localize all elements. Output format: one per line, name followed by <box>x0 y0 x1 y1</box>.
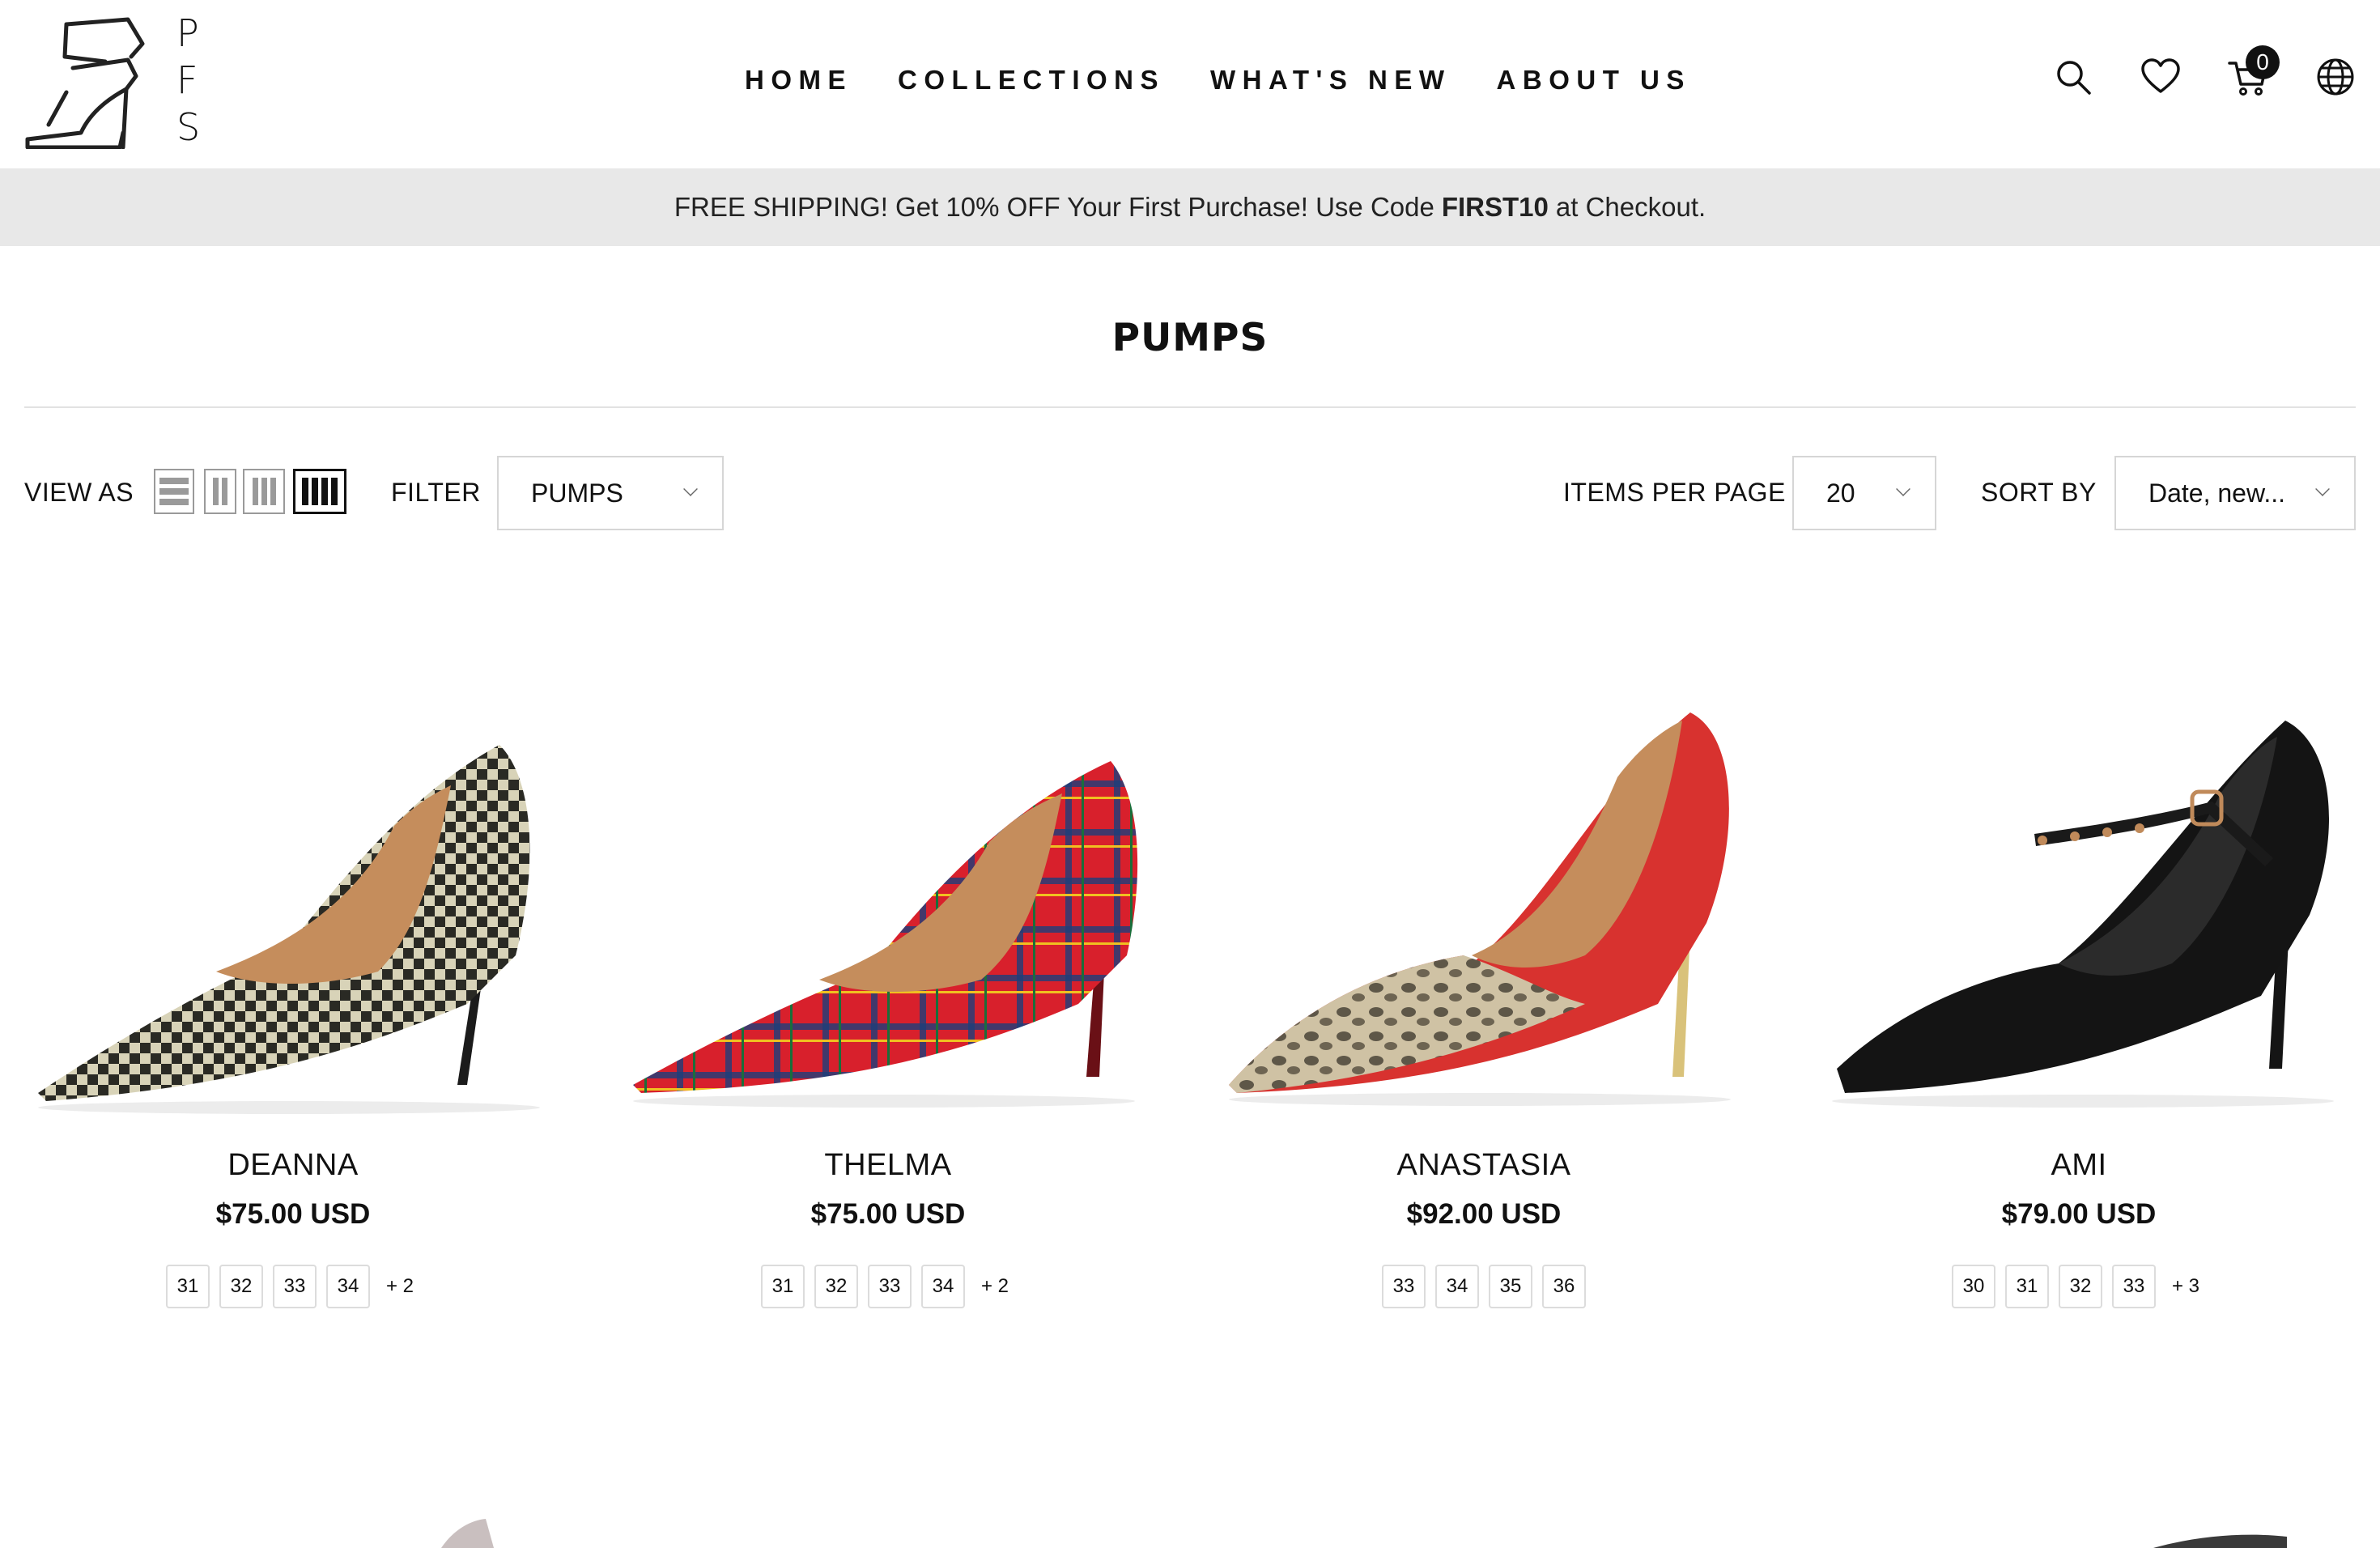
view-grid-4-button[interactable] <box>293 469 346 514</box>
size-option[interactable]: 35 <box>1489 1265 1532 1308</box>
chevron-down-icon <box>683 482 698 496</box>
size-option[interactable]: 34 <box>325 1265 370 1308</box>
promo-code: FIRST10 <box>1441 192 1549 222</box>
product-price: $79.00 USD <box>2001 1198 2157 1230</box>
view-grid-3-button[interactable] <box>243 469 285 514</box>
nav-whats-new[interactable]: WHAT'S NEW <box>1210 65 1451 96</box>
product-image[interactable] <box>609 664 1167 1117</box>
logo-letter-f: F <box>176 58 198 102</box>
shoe-logo-icon <box>25 17 145 150</box>
cart-icon[interactable]: 0 <box>2228 45 2280 97</box>
size-options: 31 32 33 34 + 2 <box>609 1265 1167 1308</box>
size-option[interactable]: 33 <box>2111 1265 2156 1308</box>
nav-home[interactable]: HOME <box>745 65 852 96</box>
size-option[interactable]: 32 <box>219 1265 263 1308</box>
more-sizes[interactable]: + 3 <box>2165 1265 2206 1308</box>
globe-icon[interactable] <box>2315 57 2356 97</box>
view-as-label: VIEW AS <box>24 478 134 507</box>
product-card[interactable]: ANASTASIA $92.00 USD 33 34 35 36 <box>1205 664 1763 1312</box>
product-name[interactable]: THELMA <box>609 1148 1167 1183</box>
product-price: $75.00 USD <box>215 1198 371 1230</box>
logo-letter-s: S <box>176 105 201 149</box>
size-option[interactable]: 30 <box>1951 1265 1995 1308</box>
chevron-down-icon <box>2315 482 2330 496</box>
view-grid-2-button[interactable] <box>204 469 236 514</box>
filter-select[interactable]: PUMPS <box>497 456 724 530</box>
size-option[interactable]: 34 <box>920 1265 965 1308</box>
product-name[interactable]: DEANNA <box>14 1148 572 1183</box>
more-sizes[interactable]: + 2 <box>380 1265 420 1308</box>
filter-value: PUMPS <box>531 478 623 508</box>
chevron-down-icon <box>1896 482 1910 496</box>
nav-about-us[interactable]: ABOUT US <box>1497 65 1691 96</box>
header-actions: 0 <box>2053 45 2356 97</box>
size-option[interactable]: 31 <box>165 1265 210 1308</box>
size-options: 33 34 35 36 <box>1205 1265 1763 1308</box>
size-options: 31 32 33 34 + 2 <box>14 1265 572 1308</box>
site-header: P F S HOME COLLECTIONS WHAT'S NEW ABOUT … <box>0 0 2380 168</box>
promo-text-end: at Checkout. <box>1555 192 1706 222</box>
size-option[interactable]: 32 <box>2058 1265 2102 1308</box>
cart-count-badge: 0 <box>2246 45 2280 79</box>
promo-text: FREE SHIPPING! Get 10% OFF Your First Pu… <box>674 192 1434 222</box>
size-option[interactable]: 33 <box>272 1265 317 1308</box>
product-image[interactable] <box>1205 664 1763 1117</box>
product-card[interactable]: THELMA $75.00 USD 31 32 33 34 + 2 <box>609 664 1167 1312</box>
product-name[interactable]: AMI <box>1800 1148 2358 1183</box>
product-card[interactable]: DEANNA $75.00 USD 31 32 33 34 + 2 <box>14 664 572 1312</box>
product-price: $92.00 USD <box>1406 1198 1562 1230</box>
items-per-page-select[interactable]: 20 <box>1792 456 1936 530</box>
page-title: PUMPS <box>1111 316 1269 360</box>
size-option[interactable]: 32 <box>814 1265 858 1308</box>
size-option[interactable]: 34 <box>1435 1265 1479 1308</box>
size-option[interactable]: 33 <box>1382 1265 1426 1308</box>
size-options: 30 31 32 33 + 3 <box>1800 1265 2358 1308</box>
sort-by-label: SORT BY <box>1981 478 2097 507</box>
sort-by-select[interactable]: Date, new... <box>2114 456 2356 530</box>
items-per-page-value: 20 <box>1826 478 1855 508</box>
filter-label: FILTER <box>391 478 481 507</box>
product-image[interactable] <box>1800 664 2358 1117</box>
product-name[interactable]: ANASTASIA <box>1205 1148 1763 1183</box>
main-nav: HOME COLLECTIONS WHAT'S NEW ABOUT US <box>745 65 1691 96</box>
heart-icon[interactable] <box>2140 57 2181 97</box>
divider <box>24 406 2356 408</box>
size-option[interactable]: 31 <box>760 1265 805 1308</box>
product-image[interactable] <box>14 664 572 1117</box>
more-sizes[interactable]: + 2 <box>975 1265 1015 1308</box>
items-per-page-label: ITEMS PER PAGE <box>1563 478 1786 507</box>
promo-banner: FREE SHIPPING! Get 10% OFF Your First Pu… <box>0 168 2380 246</box>
search-icon[interactable] <box>2053 57 2093 97</box>
view-list-button[interactable] <box>154 469 194 514</box>
logo-letter-p: P <box>176 11 199 55</box>
product-image-partial <box>441 1519 494 1548</box>
product-price: $75.00 USD <box>810 1198 966 1230</box>
size-option[interactable]: 31 <box>2004 1265 2049 1308</box>
size-option[interactable]: 33 <box>867 1265 912 1308</box>
product-card[interactable]: AMI $79.00 USD 30 31 32 33 + 3 <box>1800 664 2358 1312</box>
size-option[interactable]: 36 <box>1542 1265 1586 1308</box>
brand-logo[interactable]: P F S <box>24 11 200 150</box>
product-image-partial <box>2153 1534 2287 1548</box>
sort-by-value: Date, new... <box>2148 478 2285 508</box>
nav-collections[interactable]: COLLECTIONS <box>898 65 1165 96</box>
